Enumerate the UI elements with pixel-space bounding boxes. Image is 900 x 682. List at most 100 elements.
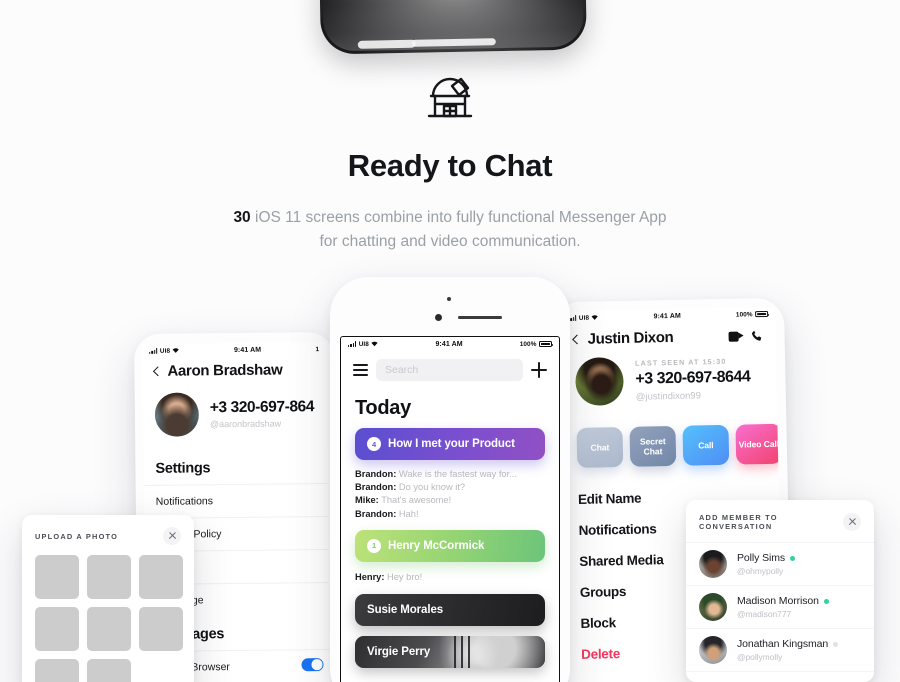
battery-icon: [755, 310, 769, 318]
online-status-dot: [823, 598, 829, 604]
page-root: Ready to Chat 30 iOS 11 screens combine …: [0, 0, 900, 682]
avatar: [699, 550, 727, 578]
page-title: Ready to Chat: [347, 148, 553, 183]
wifi-icon: [371, 341, 379, 347]
add-member-card: ADD MEMBER TO CONVERSATION Polly Sims @o…: [686, 500, 874, 682]
search-input[interactable]: Search: [376, 359, 523, 381]
conversation-title: Susie Morales: [367, 604, 444, 617]
member-text: Madison Morrison @madison777: [737, 595, 829, 619]
center-statusbar: UI8 9:41 AM 100%: [341, 337, 559, 351]
member-name-row: Jonathan Kingsman: [737, 638, 839, 650]
member-name: Jonathan Kingsman: [737, 638, 829, 650]
conversation-henry-mccormick[interactable]: 1 Henry McCormick: [355, 529, 545, 562]
navbar-spacer: [680, 336, 721, 337]
upload-card-header: UPLOAD A PHOTO: [22, 515, 194, 555]
unread-badge: 4: [367, 437, 381, 451]
close-icon[interactable]: [843, 513, 861, 531]
list-item[interactable]: Polly Sims @ohmypolly: [686, 543, 874, 586]
center-statusbar-left: UI8: [348, 340, 379, 348]
clock-label: 9:41 AM: [653, 312, 681, 320]
carrier-label: UI8: [578, 314, 590, 322]
conversation-susie-morales[interactable]: Susie Morales: [355, 594, 545, 627]
upload-photo-card: UPLOAD A PHOTO: [22, 515, 194, 682]
photo-thumbnail[interactable]: [87, 555, 131, 599]
left-profile-text: +3 320-697-864 @aaronbradshaw: [210, 398, 315, 429]
message-text: Wake is the fastest way for...: [398, 469, 517, 479]
last-seen-label: LAST SEEN AT 15:30: [635, 356, 727, 368]
close-icon[interactable]: [163, 527, 181, 545]
left-statusbar-left: UI8: [149, 347, 180, 354]
avatar[interactable]: [575, 356, 624, 406]
message-line: Mike: That's awesome!: [341, 494, 559, 507]
black-phone-mockup: [315, 0, 587, 55]
carrier-label: UI8: [159, 347, 171, 355]
back-chevron-icon[interactable]: [572, 334, 583, 345]
video-call-button[interactable]: Video Call: [735, 423, 783, 465]
conversation-how-i-met-your-product[interactable]: 4 How I met your Product: [355, 428, 545, 460]
in-app-browser-toggle[interactable]: [301, 658, 324, 672]
photo-thumbnail[interactable]: [35, 607, 79, 651]
message-sender: Brandon:: [355, 469, 397, 479]
clock-label: 9:41 AM: [233, 346, 262, 354]
hamburger-menu-icon[interactable]: [353, 364, 368, 376]
settings-row-notifications[interactable]: Notifications: [143, 483, 328, 518]
message-sender: Mike:: [355, 495, 379, 506]
settings-section-header: Settings: [155, 460, 211, 477]
conversation-preview-2: Henry: Hey bro!: [341, 562, 559, 594]
member-name: Polly Sims: [737, 552, 786, 564]
avatar: [699, 593, 727, 621]
list-item[interactable]: Madison Morrison @madison777: [686, 586, 874, 629]
sensor-dot-icon: [435, 314, 442, 321]
conversation-preview-1: Brandon: Wake is the fastest way for... …: [341, 460, 559, 530]
phone-number: +3 320-697-8644: [635, 368, 751, 388]
upload-card-title: UPLOAD A PHOTO: [35, 531, 119, 541]
handle: @justindixon99: [635, 390, 702, 403]
avatar[interactable]: [154, 392, 200, 437]
message-text: That's awesome!: [381, 495, 452, 506]
message-line: Henry: Hey bro!: [341, 571, 559, 584]
add-chat-icon[interactable]: [531, 362, 547, 378]
photo-thumbnail[interactable]: [87, 607, 131, 651]
subtitle-line-1: iOS 11 screens combine into fully functi…: [250, 208, 667, 226]
photo-thumbnail[interactable]: [87, 659, 131, 682]
member-handle: @madison777: [737, 609, 792, 619]
signal-bars-icon: [149, 348, 158, 354]
phone-number: +3 320-697-864: [209, 398, 315, 417]
member-name-row: Madison Morrison: [737, 595, 829, 607]
avatar: [699, 636, 727, 664]
battery-percent-label: 100%: [519, 340, 537, 348]
phone-mockup-center: UI8 9:41 AM 100% Search Today 4 How I me…: [330, 277, 570, 682]
video-camera-icon[interactable]: [728, 331, 743, 341]
photo-thumbnail[interactable]: [139, 555, 183, 599]
message-line: Brandon: Hah!: [341, 508, 559, 521]
photo-thumbnail[interactable]: [35, 659, 79, 682]
center-statusbar-right: 100%: [519, 340, 554, 348]
right-statusbar-left: UI8: [568, 314, 599, 322]
signal-bars-icon: [348, 341, 357, 347]
member-card-header: ADD MEMBER TO CONVERSATION: [686, 500, 874, 543]
message-line: Brandon: Do you know it?: [341, 481, 559, 494]
member-card-title: ADD MEMBER TO CONVERSATION: [699, 513, 778, 531]
battery-percent-label: 1: [315, 345, 320, 353]
photo-thumbnail[interactable]: [35, 555, 79, 599]
photo-thumbnail[interactable]: [139, 607, 183, 651]
subtitle-line-2: for chatting and video communication.: [319, 232, 581, 250]
secret-chat-button[interactable]: Secret Chat: [629, 425, 677, 467]
carrier-label: UI8: [358, 340, 369, 348]
conversation-virgie-perry[interactable]: Virgie Perry: [355, 636, 545, 669]
phone-call-icon[interactable]: [750, 329, 763, 342]
list-item[interactable]: Jonathan Kingsman @pollymolly: [686, 629, 874, 672]
member-handle: @ohmypolly: [737, 566, 784, 576]
unread-badge: 1: [367, 538, 381, 553]
message-line: Brandon: Wake is the fastest way for...: [341, 468, 559, 481]
call-button[interactable]: Call: [682, 424, 730, 466]
right-statusbar-right: 100%: [736, 310, 769, 318]
member-name: Madison Morrison: [737, 595, 819, 607]
left-navbar: Aaron Bradshaw: [142, 356, 326, 387]
chat-button[interactable]: Chat: [576, 427, 624, 468]
message-sender: Brandon:: [355, 482, 397, 493]
photo-grid: [22, 555, 194, 682]
back-chevron-icon[interactable]: [152, 366, 163, 377]
member-handle: @pollymolly: [737, 652, 783, 662]
